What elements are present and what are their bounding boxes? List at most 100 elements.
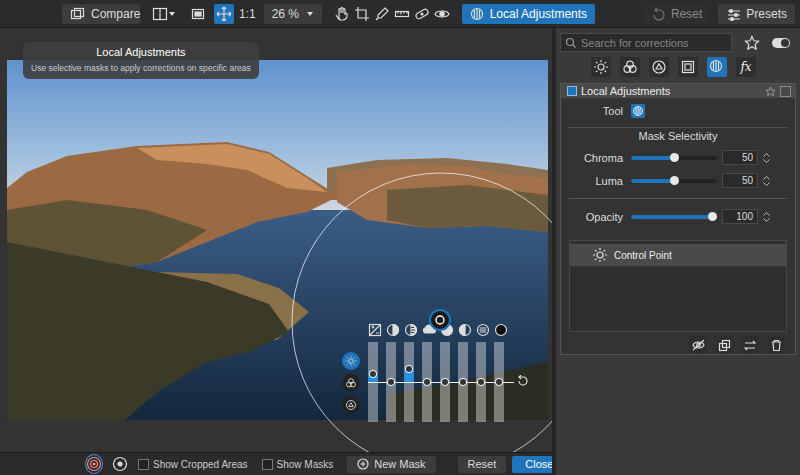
repair-tool[interactable] [414,4,430,24]
palette-menu-box[interactable] [780,86,791,97]
mask-item[interactable]: Control Point [570,244,786,266]
separator [569,198,787,199]
new-mask-button[interactable]: New Mask [347,456,435,473]
option-checkbox[interactable]: Show Masks [262,459,334,470]
slider-value[interactable]: 100 [722,209,758,224]
zoom-ratio[interactable]: 1:1 [239,7,256,21]
slider-value[interactable]: 50 [722,150,758,165]
favorites-star-icon[interactable] [744,35,760,51]
adjustment-slider-handle[interactable] [370,371,376,377]
adjustment-slider-handle[interactable] [388,379,394,385]
eye-tool[interactable] [434,4,450,24]
duplicate-icon [718,339,731,352]
checkbox[interactable] [262,459,273,470]
adjustment-slider-handle[interactable] [478,379,484,385]
close-button[interactable]: Close [512,456,552,473]
ruler-icon [394,6,410,22]
favorite-star-icon[interactable] [765,86,776,97]
light-tab[interactable] [591,57,611,77]
local-icon [709,59,725,75]
option-checkbox[interactable]: Show Cropped Areas [138,459,248,470]
control-point-tool[interactable] [86,455,102,473]
enable-checkbox[interactable] [567,86,577,96]
adjustment-slider-handle[interactable] [424,379,430,385]
option-label: Show Cropped Areas [153,459,248,470]
geometry-tab[interactable] [678,57,698,77]
search-icon [565,37,577,49]
color-mode-button[interactable] [342,374,360,392]
control-point-handle[interactable] [431,311,449,329]
crop-tool[interactable] [354,4,370,24]
detail-tab[interactable] [649,57,669,77]
zoom-dropdown[interactable]: 26 % [264,4,322,24]
show-mask-icon [692,339,705,352]
image-canvas: Local AdjustmentsUse selective masks to … [0,28,552,452]
search-input[interactable] [581,37,727,49]
palette-header: Local Adjustments [561,84,795,98]
favorites-toggle[interactable] [772,38,790,48]
spinner[interactable] [762,211,770,223]
shadows-icon [476,322,490,338]
show-mask-button[interactable] [689,336,707,354]
checkbox[interactable] [138,459,149,470]
split-view-button[interactable] [150,4,178,24]
delete-icon [770,339,783,352]
presets-button[interactable]: Presets [718,4,795,24]
local-adjustments-label: Local Adjustments [490,7,587,21]
light-mode-button[interactable] [342,352,360,370]
adjustment-slider-handle[interactable] [496,379,502,385]
slider-label: Luma [561,175,623,187]
repair-icon [414,6,430,22]
reset-button[interactable]: Reset [458,456,507,473]
reset-sliders-icon[interactable] [516,375,528,387]
slider-handle[interactable] [670,153,679,162]
invert-button[interactable] [741,336,759,354]
mask-list: Control Point [569,240,787,332]
slider-value[interactable]: 50 [722,173,758,188]
split-view-icon [152,6,168,22]
move-button[interactable] [214,4,234,24]
control-point-widget [342,322,508,422]
compare-button[interactable]: Compare [62,4,140,24]
tool-button[interactable] [631,104,645,118]
crop-view-button[interactable] [188,4,208,24]
ruler-tool[interactable] [394,4,410,24]
tool-group [330,3,454,25]
hand-tool[interactable] [334,4,350,24]
local-tab[interactable] [707,57,727,77]
exposure-icon [368,322,382,338]
detail-mode-button[interactable] [342,396,360,414]
duplicate-button[interactable] [715,336,733,354]
picker-tool[interactable] [374,4,390,24]
slider-track[interactable] [631,179,717,183]
local-adjustments-button[interactable]: Local Adjustments [462,4,595,24]
color-tab[interactable] [620,57,640,77]
blacks-icon [494,322,508,338]
slider-handle[interactable] [670,176,679,185]
option-label: Show Masks [277,459,334,470]
delete-button[interactable] [767,336,785,354]
tool-row: Tool [561,101,795,121]
light-icon [345,355,357,367]
viewer: Local AdjustmentsUse selective masks to … [0,28,552,475]
slider-track[interactable] [631,156,717,160]
workspace: Local Adjustments Use selective masks to … [0,28,800,475]
control-line-tool[interactable] [112,455,128,473]
midtones-icon [458,322,472,338]
spinner[interactable] [762,175,770,187]
adjustment-slider-handle[interactable] [442,379,448,385]
compare-icon [70,7,85,20]
slider-label: Chroma [561,152,623,164]
slider-row: Luma 50 [561,169,795,192]
slider-track[interactable] [631,215,717,219]
mask-selectivity-title: Mask Selectivity [569,127,787,142]
reset-icon [651,7,665,21]
fx-tab[interactable]: fx [736,57,756,77]
tooltip-text: Use selective masks to apply corrections… [31,63,251,73]
dropdown-arrow-icon [306,10,314,18]
spinner[interactable] [762,152,770,164]
contrast-icon [386,322,400,338]
adjustment-slider-handle[interactable] [460,379,466,385]
slider-handle[interactable] [708,212,717,221]
reset-button[interactable]: Reset [643,4,710,24]
